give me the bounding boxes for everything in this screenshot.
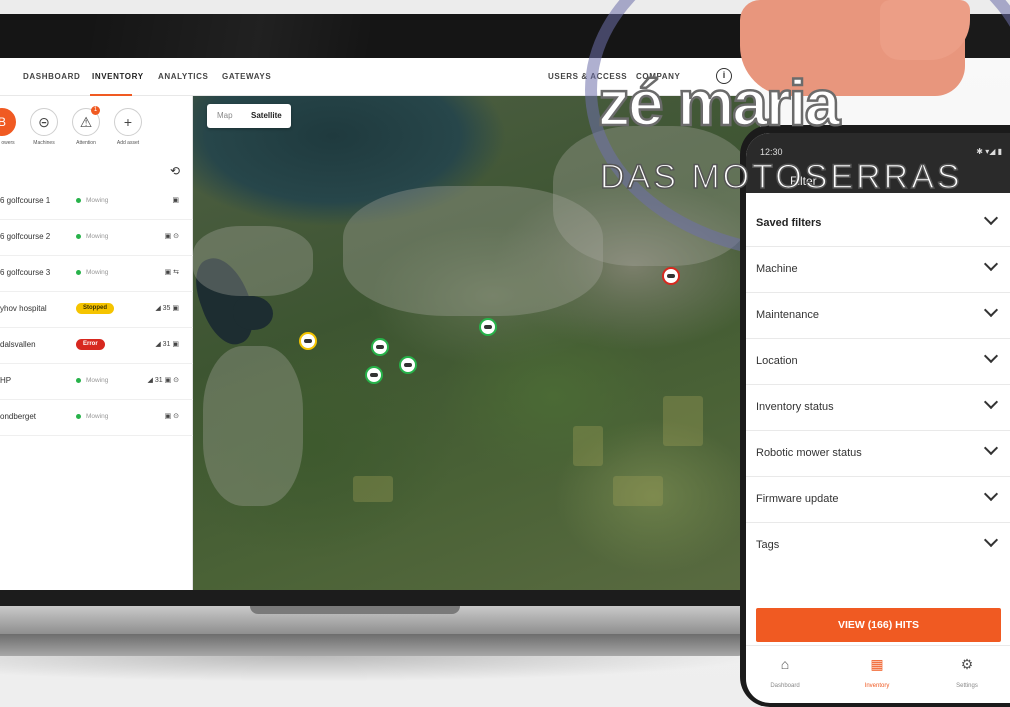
table-row[interactable]: HP Mowing ◢ 31 ▣ ⊙ [0,364,193,400]
row-name: 6 golfcourse 3 [0,268,51,277]
row-icons: ▣ ⇆ [164,269,179,276]
chevron-down-icon [983,256,999,272]
mower-marker[interactable] [371,338,389,356]
nav-inventory[interactable]: INVENTORY [92,72,144,81]
bottom-nav: ⌂ Dashboard ▦ Inventory ⚙ Settings [746,645,1010,703]
table-row[interactable]: ondberget Mowing ▣ ⊙ [0,400,193,436]
table-row[interactable]: 6 golfcourse 3 Mowing ▣ ⇆ [0,256,193,292]
plus-icon: + [123,114,133,130]
add-asset-button[interactable]: + [114,108,142,136]
phone-screen: 12:30 ✱ ▾◢ ▮ ‹ Filter Saved filters Mach… [746,133,1010,703]
gear-icon: ⚙ [960,656,974,672]
status-badge: Error [76,339,105,350]
home-icon: ⌂ [780,656,790,672]
table-row[interactable]: 6 golfcourse 2 Mowing ▣ ⊙ [0,220,193,256]
nav-analytics[interactable]: ANALYTICS [158,72,208,81]
asset-label: Machines [33,140,55,146]
mower-marker-error[interactable] [662,267,680,285]
phone-time: 12:30 [760,147,783,157]
field [353,476,393,502]
warning-icon: ⚠ [79,114,93,130]
phone: 12:30 ✱ ▾◢ ▮ ‹ Filter Saved filters Mach… [740,125,1010,707]
row-status: Mowing [76,269,108,276]
filter-firmware-update[interactable]: Firmware update [746,477,1010,523]
chevron-down-icon [983,440,999,456]
nav-gateways[interactable]: GATEWAYS [222,72,271,81]
mower-marker[interactable] [479,318,497,336]
scene: DASHBOARD INVENTORY ANALYTICS GATEWAYS U… [0,0,1010,707]
chevron-down-icon [983,486,999,502]
mower-marker[interactable] [365,366,383,384]
table-row[interactable]: dalsvallen Error ◢ 31 ▣ [0,328,193,364]
asset-label: Attention [76,140,96,146]
row-status: Mowing [76,233,108,240]
field [573,426,603,466]
filter-robotic-mower-status[interactable]: Robotic mower status [746,431,1010,477]
row-icons: ◢ 31 ▣ [155,341,179,348]
bottom-nav-settings[interactable]: ⚙ Settings [932,656,1002,692]
machines-button[interactable]: ⊝ [30,108,58,136]
status-badge: Stopped [76,303,114,314]
mower-marker[interactable] [399,356,417,374]
urban-area [203,346,303,506]
map-toggle-satellite[interactable]: Satellite [251,111,282,120]
bottom-nav-dashboard[interactable]: ⌂ Dashboard [750,656,820,692]
inventory-icon: ▦ [870,656,884,672]
asset-label: Add asset [116,140,140,146]
row-status: Mowing [76,197,108,204]
row-name: ondberget [0,412,37,421]
watermark-subtitle: DAS MOTOSERRAS [599,157,963,197]
filter-inventory-status[interactable]: Inventory status [746,385,1010,431]
mowers-button[interactable]: B [0,108,16,136]
filter-tags[interactable]: Tags [746,523,1010,569]
map-toggle-map[interactable]: Map [217,111,233,120]
row-icons: ◢ 31 ▣ ⊙ [147,377,179,384]
watermark-title: zé maria [597,66,842,141]
chevron-down-icon [983,348,999,364]
laptop-shadow [0,656,760,682]
filter-saved-filters[interactable]: Saved filters [746,201,1010,247]
row-icons: ◢ 35 ▣ [155,305,179,312]
view-hits-button[interactable]: VIEW (166) HITS [756,608,1001,642]
urban-area [193,226,313,296]
laptop-notch [250,606,460,614]
mower-icon: B [0,115,6,129]
table-row[interactable]: yhov hospital Stopped ◢ 35 ▣ [0,292,193,328]
chevron-down-icon [983,302,999,318]
filter-maintenance[interactable]: Maintenance [746,293,1010,339]
laptop-base-lip [0,634,760,656]
inventory-sidebar: B owers ⊝ Machines ⚠ 1 Attention + Add a… [0,96,193,590]
laptop-bezel [0,590,760,606]
map-type-toggle[interactable]: Map Satellite [207,104,291,128]
filter-location[interactable]: Location [746,339,1010,385]
row-icons: ▣ ⊙ [164,233,179,240]
lid-gloss [90,14,370,58]
lake [233,296,273,330]
bottom-nav-inventory[interactable]: ▦ Inventory [842,656,912,692]
row-status: Mowing [76,377,108,384]
chevron-down-icon [983,210,999,226]
nav-dashboard[interactable]: DASHBOARD [23,72,80,81]
row-name: HP [0,376,12,385]
row-name: 6 golfcourse 2 [0,232,51,241]
row-name: yhov hospital [0,304,47,313]
filter-machine[interactable]: Machine [746,247,1010,293]
row-icons: ▣ ⊙ [164,413,179,420]
chevron-down-icon [983,394,999,410]
field [663,396,703,446]
row-name: 6 golfcourse 1 [0,196,51,205]
row-icons: ▣ [172,197,179,204]
machine-icon: ⊝ [38,114,50,130]
chevron-down-icon [983,532,999,548]
field [613,476,663,506]
attention-badge: 1 [91,106,100,115]
table-row[interactable]: 6 golfcourse 1 Mowing ▣ [0,184,193,220]
mower-marker-stopped[interactable] [299,332,317,350]
refresh-icon[interactable]: ⟲ [170,164,180,178]
signal-icon: ✱ ▾◢ ▮ [976,147,1002,156]
row-status: Mowing [76,413,108,420]
row-name: dalsvallen [0,340,36,349]
